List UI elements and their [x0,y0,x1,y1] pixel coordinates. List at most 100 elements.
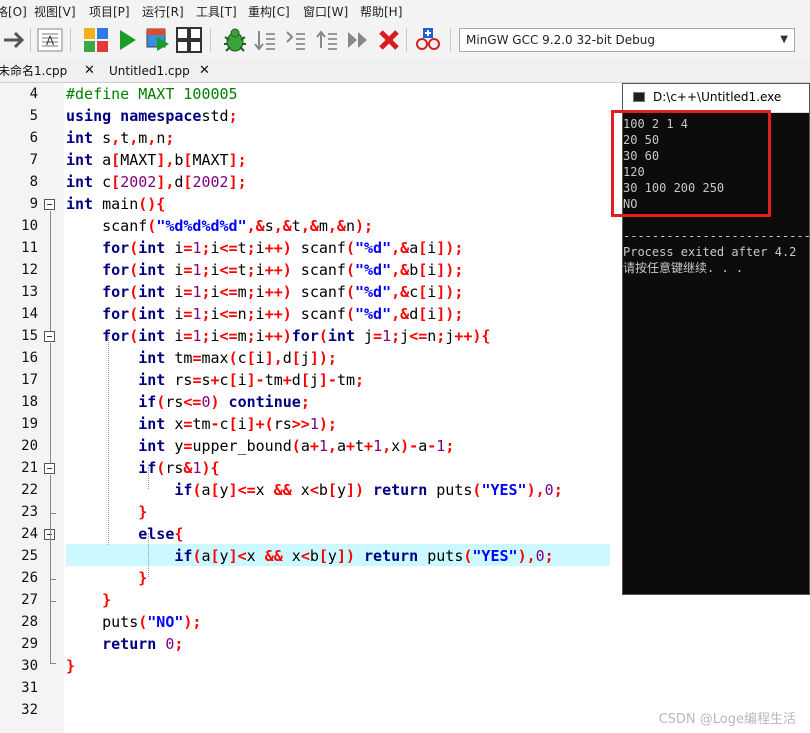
code-token: ]; [228,151,247,169]
code-token: ]) [336,547,355,565]
code-token: int [138,239,166,257]
code-token: ,& [246,217,265,235]
close-icon[interactable]: ✕ [199,60,210,82]
code-token: + [364,437,374,455]
chevron-down-icon[interactable]: ▼ [780,29,788,51]
step-over-icon[interactable] [250,24,280,56]
code-token: && [273,481,292,499]
code-line[interactable]: } [66,655,75,677]
step-into-icon[interactable] [280,24,310,56]
svg-text:A: A [46,34,55,48]
toolbar-separator [30,28,31,52]
code-token: ; [201,239,211,257]
code-token: ; [246,305,256,323]
code-line[interactable]: int rs=s+c[i]-tm+d[j]-tm; [66,369,364,391]
code-line[interactable]: } [66,501,147,523]
code-token: x [391,437,401,455]
line-number: 8 [29,174,38,190]
fold-toggle-icon[interactable] [44,331,55,342]
code-token: puts [418,547,464,565]
code-token: MAXT [192,151,229,169]
code-line[interactable]: #define MAXT 100005 [66,83,238,105]
code-line[interactable]: int a[MAXT],b[MAXT]; [66,149,247,171]
code-token: m [237,327,247,345]
code-token: 1 [436,437,446,455]
compiler-select[interactable]: MinGW GCC 9.2.0 32-bit Debug ▼ [459,28,795,52]
code-line[interactable]: int s,t,m,n; [66,127,174,149]
menu-refactor[interactable]: 重构[C] [248,3,290,20]
menu-view[interactable]: 视图[V] [34,3,76,20]
compile-run-icon[interactable] [143,24,173,56]
code-line[interactable]: if(a[y]<x && x<b[y]) return puts("YES"),… [66,545,553,567]
code-line[interactable]: if(a[y]<=x && x<b[y]) return puts("YES")… [66,479,562,501]
menu-help[interactable]: 帮助[H] [360,3,402,20]
tab-unnamed[interactable]: 未命名1.cpp [0,60,67,82]
code-token: j [445,327,455,345]
rebuild-all-icon[interactable] [174,24,204,56]
code-token: y [327,547,337,565]
code-line[interactable]: int tm=max(c[i],d[j]); [66,347,337,369]
menu-run[interactable]: 运行[R] [142,3,184,20]
fold-toggle-icon[interactable] [44,199,55,210]
code-line[interactable]: using namespacestd; [66,105,238,127]
editor-tab-bar: 未命名1.cpp ✕ Untitled1.cpp ✕ [0,60,810,83]
run-icon[interactable] [112,24,142,56]
code-line[interactable]: if(rs&1){ [66,457,219,479]
code-line[interactable]: for(int i=1;i<=m;i++)for(int j=1;j<=n;j+… [66,325,490,347]
fold-toggle-icon[interactable] [44,463,55,474]
code-token: a [336,437,346,455]
code-line[interactable]: int x=tm-c[i]+(rs>>1); [66,413,337,435]
code-token: for [102,239,130,257]
code-token: ; [246,327,256,345]
tab-untitled1[interactable]: Untitled1.cpp [109,60,190,82]
code-line[interactable]: puts("NO"); [66,611,201,633]
menu-project[interactable]: 项目[P] [89,3,130,20]
console-title-bar[interactable]: D:\c++\Untitled1.exe [623,84,809,113]
line-number: 14 [21,306,38,322]
code-line[interactable]: } [66,589,111,611]
code-token: ,& [327,217,346,235]
code-line[interactable]: if(rs<=0) continue; [66,391,310,413]
code-token: 1 [309,415,319,433]
line-number: 29 [21,636,38,652]
code-token: if [174,547,193,565]
code-line[interactable]: int main(){ [66,193,165,215]
profile-analysis-icon[interactable] [413,24,443,56]
toolbar-separator [406,28,407,52]
compiler-select-value: MinGW GCC 9.2.0 32-bit Debug [466,33,656,47]
code-token: "%d%d%d%d" [156,217,247,235]
compile-icon[interactable] [81,24,111,56]
code-line[interactable]: for(int i=1;i<=n;i++) scanf("%d",&d[i]); [66,303,463,325]
line-number: 7 [29,152,38,168]
forward-arrow-icon[interactable] [0,24,30,56]
menu-format[interactable]: 格[O] [0,3,27,20]
format-code-icon[interactable]: A [35,24,65,56]
code-line[interactable]: for(int i=1;i<=t;i++) scanf("%d",&b[i]); [66,259,463,281]
continue-icon[interactable] [343,24,373,56]
code-line[interactable]: else{ [66,523,183,545]
stop-execution-icon[interactable] [374,24,404,56]
debug-bug-icon[interactable] [220,24,250,56]
menu-tools[interactable]: 工具[T] [196,3,237,20]
code-token: ]); [436,239,464,257]
step-out-icon[interactable] [312,24,342,56]
code-line[interactable]: for(int i=1;i<=m;i++) scanf("%d",&c[i]); [66,281,463,303]
code-token: i [255,305,265,323]
code-token: ]; [228,173,247,191]
menu-window[interactable]: 窗口[W] [303,3,348,20]
code-line[interactable]: scanf("%d%d%d%d",&s,&t,&m,&n); [66,215,373,237]
code-token: i [210,261,220,279]
code-token: - [427,437,437,455]
code-line[interactable]: } [66,567,147,589]
code-token: i [165,239,184,257]
code-line[interactable]: int c[2002],d[2002]; [66,171,247,193]
console-title: D:\c++\Untitled1.exe [653,90,782,104]
code-token: [ [246,349,256,367]
close-icon[interactable]: ✕ [84,60,95,82]
code-line[interactable]: return 0; [66,633,183,655]
code-token: ; [246,261,256,279]
code-token: d [282,349,292,367]
code-token: n [427,327,437,345]
code-line[interactable]: for(int i=1;i<=t;i++) scanf("%d",&a[i]); [66,237,463,259]
code-line[interactable]: int y=upper_bound(a+1,a+t+1,x)-a-1; [66,435,454,457]
